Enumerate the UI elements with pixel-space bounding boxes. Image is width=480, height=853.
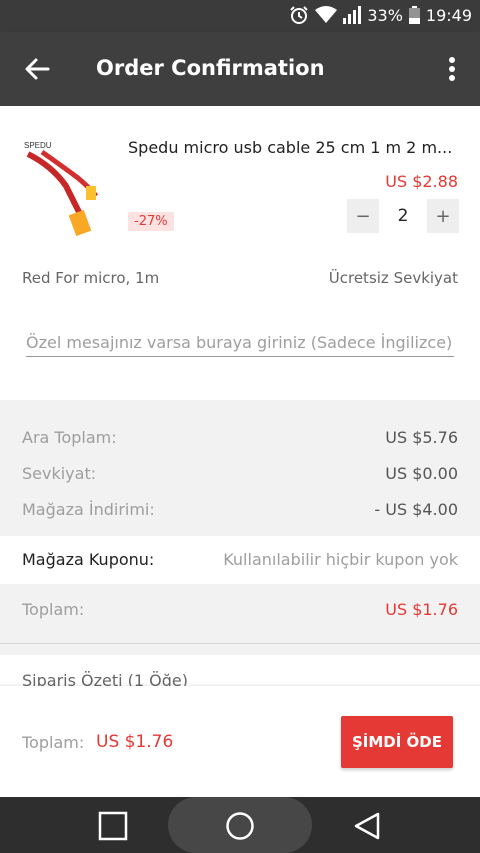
quantity-stepper: − 2 + [347, 199, 459, 233]
battery-percent: 33% [367, 5, 403, 25]
back-arrow-icon[interactable] [24, 56, 50, 82]
coupon-value: Kullanılabilir hiçbir kupon yok [223, 550, 458, 569]
pay-now-button[interactable]: ŞİMDİ ÖDE [341, 716, 453, 768]
price-summary: Ara Toplam: US $5.76 Sevkiyat: US $0.00 … [0, 402, 480, 642]
coupon-label: Mağaza Kuponu: [22, 550, 155, 569]
recents-icon[interactable] [98, 811, 128, 841]
system-nav-bar [0, 797, 480, 853]
product-card: SPEDU Spedu micro usb cable 25 cm 1 m 2 … [0, 106, 480, 400]
battery-icon [408, 6, 420, 24]
product-variant: Red For micro, 1m [22, 269, 160, 287]
shipping-label: Sevkiyat: [22, 464, 97, 483]
checkout-bar: Toplam: US $1.76 ŞİMDİ ÖDE [0, 686, 480, 797]
divider [0, 643, 480, 644]
status-bar: 33% 19:49 [0, 0, 480, 32]
signal-icon [343, 6, 362, 24]
product-image[interactable]: SPEDU [22, 136, 100, 236]
alarm-icon [290, 6, 309, 24]
subtotal-label: Ara Toplam: [22, 428, 117, 447]
decrease-button[interactable]: − [347, 199, 379, 233]
store-coupon-row[interactable]: Mağaza Kuponu: Kullanılabilir hiçbir kup… [0, 536, 480, 584]
total-label: Toplam: [22, 600, 85, 619]
page-title: Order Confirmation [96, 56, 325, 80]
discount-badge: -27% [128, 212, 174, 231]
shipping-value: US $0.00 [385, 464, 458, 483]
total-value: US $1.76 [385, 600, 458, 619]
message-input[interactable]: Özel mesajınız varsa buraya giriniz (Sad… [26, 332, 454, 357]
more-vert-icon[interactable] [448, 56, 456, 82]
store-discount-value: - US $4.00 [374, 500, 458, 519]
clock: 19:49 [425, 5, 472, 25]
subtotal-value: US $5.76 [385, 428, 458, 447]
wifi-icon [315, 6, 338, 23]
increase-button[interactable]: + [427, 199, 459, 233]
bottom-total-label: Toplam: [22, 733, 85, 752]
shipping-method[interactable]: Ücretsiz Sevkiyat [329, 269, 458, 287]
home-icon[interactable] [225, 811, 255, 841]
svg-text:SPEDU: SPEDU [24, 141, 52, 150]
product-price: US $2.88 [385, 172, 458, 191]
back-nav-icon[interactable] [352, 811, 382, 841]
quantity-value: 2 [397, 206, 409, 226]
bottom-total-value: US $1.76 [96, 732, 174, 752]
store-discount-label: Mağaza İndirimi: [22, 500, 155, 519]
app-bar: Order Confirmation [0, 32, 480, 106]
product-name[interactable]: Spedu micro usb cable 25 cm 1 m 2 m... [128, 138, 464, 157]
